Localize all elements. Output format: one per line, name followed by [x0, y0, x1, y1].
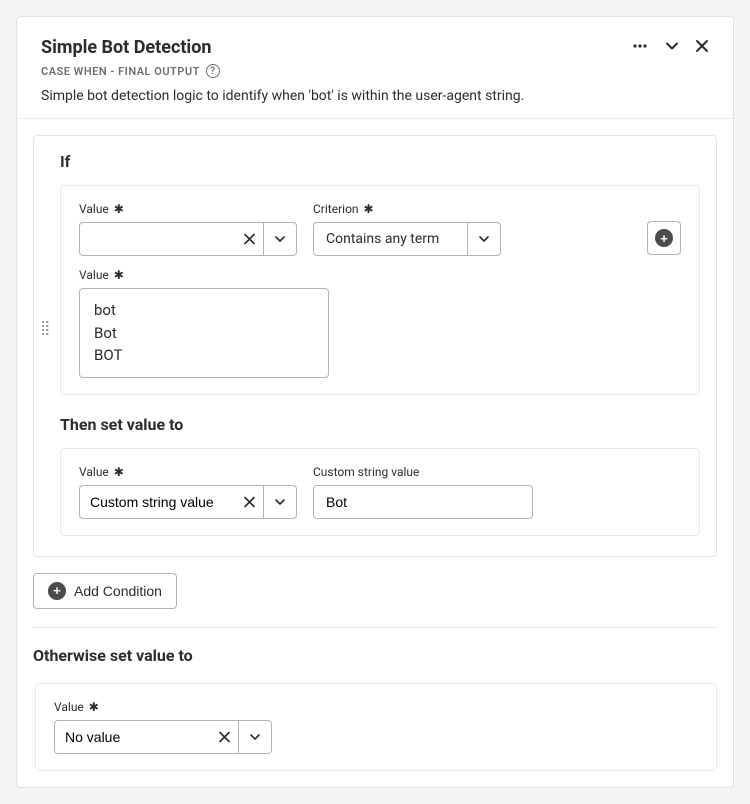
condition-card: ⠿⠿ If Value ✱ [33, 135, 717, 557]
clear-then-value-button[interactable] [244, 496, 255, 507]
panel-subtitle: CASE WHEN - FINAL OUTPUT ? [41, 64, 709, 78]
then-value-combobox [79, 485, 297, 519]
otherwise-value-combobox [54, 720, 698, 754]
collapse-button[interactable] [665, 39, 679, 53]
if-value-field: Value ✱ [79, 202, 297, 256]
otherwise-section: Otherwise set value to Value ✱ [33, 646, 717, 771]
if-value-label: Value ✱ [79, 202, 297, 216]
add-condition-button[interactable]: + Add Condition [33, 573, 177, 609]
if-value-combobox [79, 222, 297, 256]
required-asterisk: ✱ [86, 700, 99, 714]
criterion-selected-text: Contains any term [313, 222, 467, 256]
then-value-field: Value ✱ [79, 465, 297, 519]
required-asterisk: ✱ [111, 268, 124, 282]
panel-header: Simple Bot Detection CASE WHEN - FINAL O… [17, 17, 733, 119]
help-icon[interactable]: ? [206, 64, 220, 78]
required-asterisk: ✱ [111, 202, 124, 216]
criterion-dropdown-button[interactable] [467, 222, 501, 256]
clear-value-button[interactable] [244, 234, 255, 245]
clear-otherwise-value-button[interactable] [219, 731, 230, 742]
close-icon [219, 731, 230, 742]
otherwise-value-dropdown-button[interactable] [238, 720, 272, 754]
otherwise-card: Value ✱ [35, 683, 717, 771]
custom-string-label: Custom string value [313, 465, 533, 479]
otherwise-value-label: Value ✱ [54, 700, 698, 714]
plus-icon: + [48, 582, 66, 600]
if-value-dropdown-button[interactable] [263, 222, 297, 256]
if-subcard: Value ✱ [60, 185, 700, 395]
then-value-input[interactable] [79, 485, 263, 519]
add-condition-label: Add Condition [74, 583, 162, 599]
criterion-label: Criterion ✱ [313, 202, 501, 216]
required-asterisk: ✱ [111, 465, 124, 479]
if-value-input[interactable] [79, 222, 263, 256]
then-value-label: Value ✱ [79, 465, 297, 479]
more-button[interactable] [631, 37, 649, 55]
then-value-dropdown-button[interactable] [263, 485, 297, 519]
otherwise-heading: Otherwise set value to [33, 646, 717, 665]
then-subcard: Value ✱ [60, 448, 700, 536]
plus-icon: + [655, 229, 673, 247]
custom-string-input[interactable] [313, 485, 533, 519]
if-row-1: Value ✱ [79, 202, 681, 256]
otherwise-value-field: Value ✱ [54, 700, 698, 754]
more-icon [631, 37, 649, 55]
chevron-down-icon [274, 233, 286, 245]
close-icon [695, 39, 709, 53]
terms-textarea[interactable]: bot Bot BOT [79, 288, 329, 378]
if-heading: If [60, 152, 700, 171]
add-rule-button[interactable]: + [647, 221, 681, 255]
close-icon [244, 234, 255, 245]
criterion-field: Criterion ✱ Contains any term [313, 202, 501, 256]
terms-label: Value ✱ [79, 268, 681, 282]
panel-subtitle-text: CASE WHEN - FINAL OUTPUT [41, 65, 200, 78]
rule-editor-panel: Simple Bot Detection CASE WHEN - FINAL O… [16, 16, 734, 788]
close-icon [244, 496, 255, 507]
criterion-select[interactable]: Contains any term [313, 222, 501, 256]
drag-handle-icon[interactable]: ⠿⠿ [40, 326, 51, 334]
then-row: Value ✱ [79, 465, 681, 519]
required-asterisk: ✱ [361, 202, 374, 216]
custom-string-field: Custom string value [313, 465, 533, 519]
panel-description: Simple bot detection logic to identify w… [41, 88, 709, 104]
section-divider [33, 627, 717, 628]
header-actions [631, 37, 709, 55]
close-button[interactable] [695, 39, 709, 53]
chevron-down-icon [665, 39, 679, 53]
then-heading: Then set value to [60, 415, 700, 434]
otherwise-value-input[interactable] [54, 720, 238, 754]
chevron-down-icon [249, 731, 261, 743]
panel-title: Simple Bot Detection [41, 37, 709, 58]
panel-body: ⠿⠿ If Value ✱ [17, 119, 733, 787]
chevron-down-icon [478, 233, 490, 245]
chevron-down-icon [274, 496, 286, 508]
terms-field: Value ✱ bot Bot BOT [79, 268, 681, 378]
